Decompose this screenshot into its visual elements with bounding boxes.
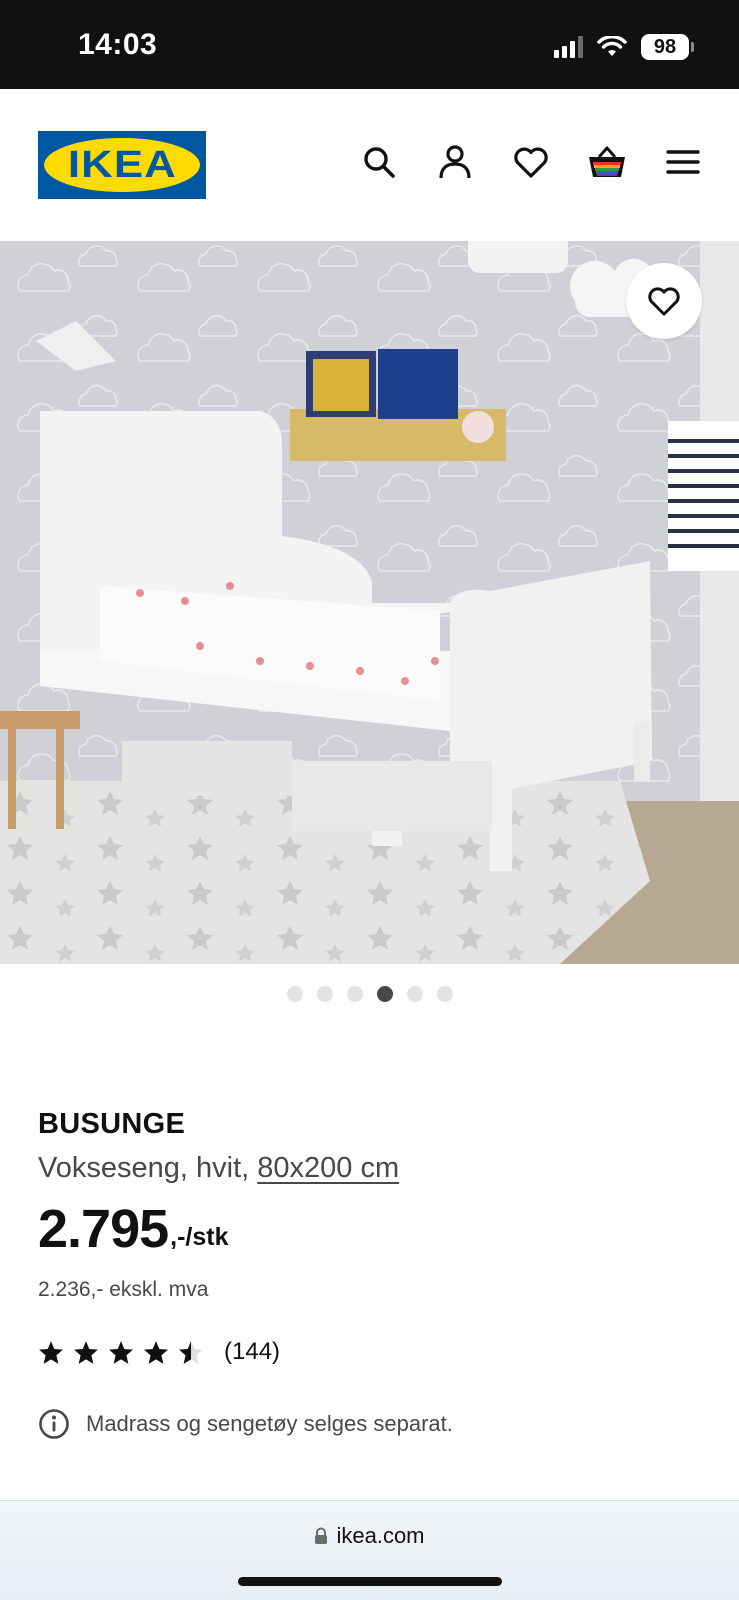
rating-stars <box>38 1340 204 1365</box>
search-button[interactable] <box>358 141 400 183</box>
save-to-favorites-button[interactable] <box>626 263 702 339</box>
home-indicator[interactable] <box>238 1577 502 1586</box>
product-image[interactable] <box>0 241 739 964</box>
carousel-dot-4-active[interactable] <box>376 986 393 1002</box>
product-name: BUSUNGE <box>38 1108 186 1140</box>
url-field[interactable]: ikea.com <box>0 1523 739 1549</box>
carousel-dot-5[interactable] <box>406 986 423 1002</box>
browser-address-bar: ikea.com <box>0 1500 739 1600</box>
carousel-dot-3[interactable] <box>346 986 363 1002</box>
menu-icon <box>666 150 700 174</box>
basket-button[interactable] <box>586 141 628 183</box>
wifi-icon <box>597 36 627 56</box>
product-type: Vokseseng, hvit, <box>38 1152 258 1184</box>
product-photo <box>0 241 739 964</box>
lock-icon <box>315 1527 328 1544</box>
image-carousel-dots <box>0 986 739 1002</box>
product-rating[interactable]: (144) <box>38 1338 280 1366</box>
battery-icon: 98 <box>641 34 694 60</box>
heart-icon <box>514 147 548 178</box>
site-header: IKEA <box>0 89 739 241</box>
price-excl-vat: 2.236,- ekskl. mva <box>38 1278 209 1301</box>
wishlist-button[interactable] <box>510 141 552 183</box>
account-icon <box>439 145 471 179</box>
star-icon <box>74 1340 98 1364</box>
status-bar: 14:03 98 <box>0 0 739 89</box>
half-star-icon <box>179 1340 203 1364</box>
menu-button[interactable] <box>662 141 704 183</box>
carousel-dot-6[interactable] <box>436 986 453 1002</box>
info-icon <box>39 1409 69 1439</box>
battery-level: 98 <box>653 35 677 58</box>
price-unit: ,-/stk <box>170 1223 229 1251</box>
star-icon <box>39 1340 63 1364</box>
info-notice: Madrass og sengetøy selges separat. <box>38 1408 453 1440</box>
notice-text: Madrass og sengetøy selges separat. <box>86 1411 453 1436</box>
product-price: 2.795 ,-/stk <box>38 1202 229 1256</box>
header-nav <box>358 141 704 183</box>
ikea-logo[interactable]: IKEA <box>38 131 206 199</box>
product-size-link[interactable]: 80x200 cm <box>257 1152 399 1184</box>
carousel-dot-1[interactable] <box>286 986 303 1002</box>
carousel-dot-2[interactable] <box>316 986 333 1002</box>
cellular-signal-icon <box>554 36 583 58</box>
heart-icon <box>648 287 680 316</box>
rating-count: (144) <box>224 1338 281 1365</box>
status-time: 14:03 <box>78 28 158 61</box>
basket-icon <box>589 146 625 177</box>
logo-oval: IKEA <box>44 138 200 192</box>
price-amount: 2.795 <box>38 1199 169 1259</box>
url-text: ikea.com <box>336 1523 425 1548</box>
account-button[interactable] <box>434 141 476 183</box>
search-icon <box>364 147 395 178</box>
status-icons: 98 <box>554 34 694 60</box>
product-description: Vokseseng, hvit, 80x200 cm <box>38 1152 399 1185</box>
logo-text: IKEA <box>67 143 177 186</box>
star-icon <box>144 1340 168 1364</box>
star-icon <box>109 1340 133 1364</box>
